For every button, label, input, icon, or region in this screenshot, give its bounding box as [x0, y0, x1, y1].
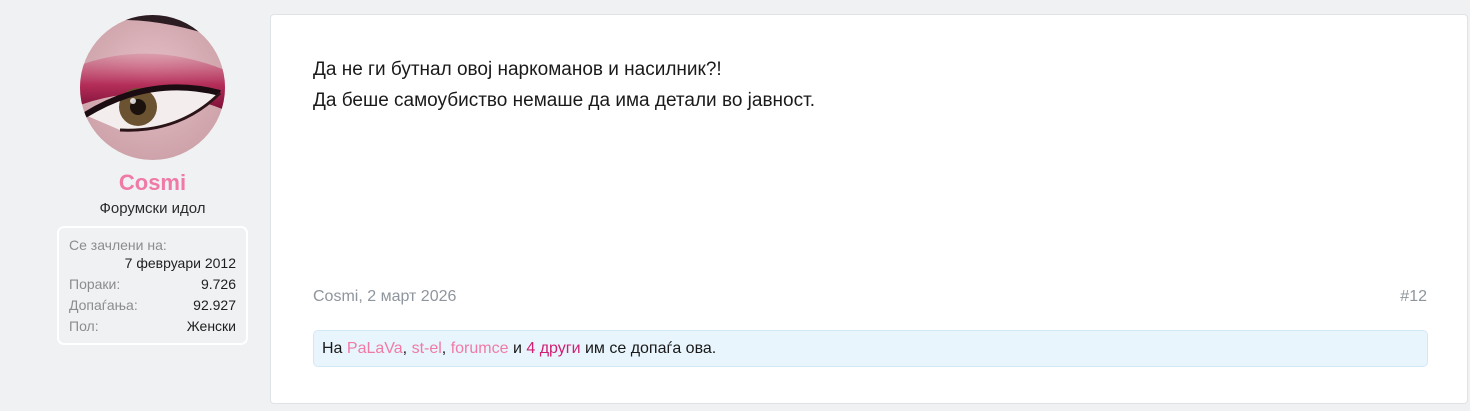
stat-label: Се зачлени на: — [69, 237, 167, 253]
likes-others-link[interactable]: 4 други — [526, 340, 580, 357]
avatar[interactable] — [80, 15, 225, 160]
user-stats: Се зачлени на: 7 февруари 2012 Пораки: 9… — [57, 226, 248, 345]
stat-label: Допаѓања: — [69, 297, 138, 313]
likes-prefix: На — [322, 340, 343, 357]
likes-conjunction: и — [512, 340, 522, 357]
stat-joined: Се зачлени на: — [69, 236, 236, 254]
user-title: Форумски идол — [99, 200, 206, 217]
eye-makeup-avatar-icon — [80, 15, 225, 160]
stat-label: Пол: — [69, 318, 99, 334]
likes-summary: На PaLaVa, st-el, forumce и 4 други им с… — [313, 330, 1428, 367]
stat-gender: Пол: Женски — [69, 317, 236, 335]
post-body-line: Да не ги бутнал овој наркоманов и насилн… — [313, 59, 722, 80]
liker-link[interactable]: forumce — [451, 340, 509, 357]
liker-link[interactable]: PaLaVa — [347, 340, 403, 357]
stat-joined-value-row: 7 февруари 2012 — [69, 254, 236, 272]
username[interactable]: Cosmi — [57, 170, 248, 196]
stat-value: 7 февруари 2012 — [124, 255, 236, 271]
post-body: Да не ги бутнал овој наркоманов и насилн… — [313, 54, 815, 116]
stat-value: 92.927 — [193, 297, 236, 313]
stat-value: Женски — [186, 318, 236, 334]
likes-suffix: им се допаѓа ова. — [584, 340, 717, 357]
stat-label: Пораки: — [69, 276, 121, 292]
stat-likes: Допаѓања: 92.927 — [69, 296, 236, 314]
liker-link[interactable]: st-el — [412, 340, 442, 357]
post-permalink[interactable]: #12 — [1400, 288, 1427, 306]
stat-value: 9.726 — [200, 276, 236, 292]
post-author-date[interactable]: Cosmi, 2 март 2026 — [313, 288, 456, 306]
likes-separator: , — [441, 340, 447, 357]
stat-messages: Пораки: 9.726 — [69, 275, 236, 293]
post-container: Да не ги бутнал овој наркоманов и насилн… — [270, 14, 1468, 404]
post-body-line: Да беше самоубиство немаше да има детали… — [313, 90, 815, 111]
likes-separator: , — [402, 340, 408, 357]
